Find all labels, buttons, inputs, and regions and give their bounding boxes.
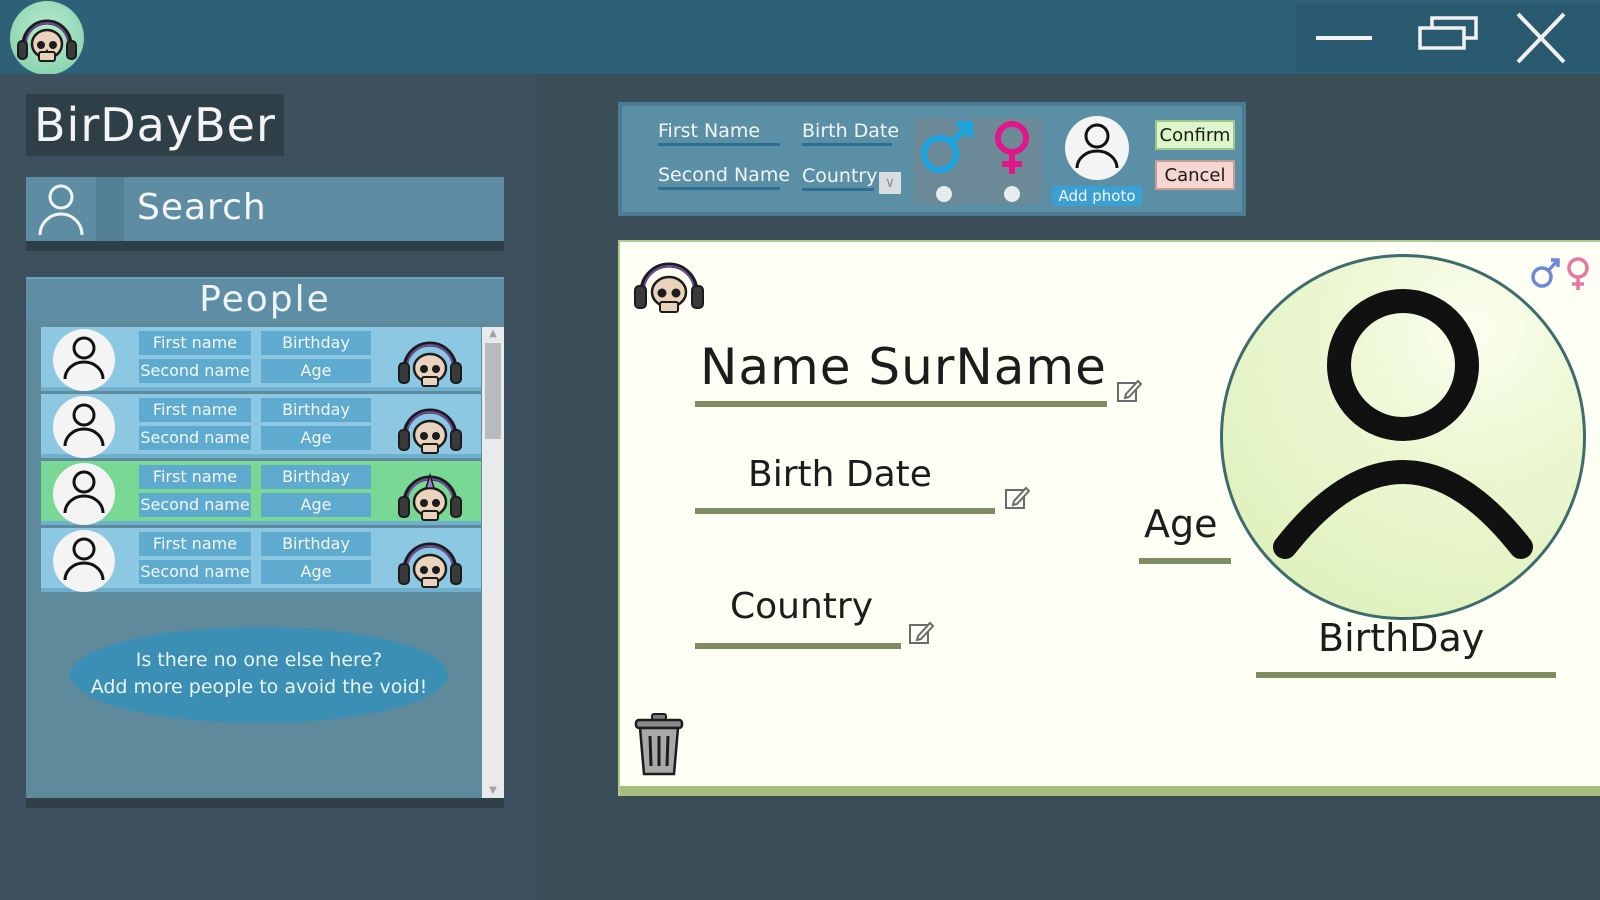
row-birthday: Birthday [261, 331, 371, 355]
restore-button[interactable] [1398, 4, 1498, 72]
row-second-name: Second name [139, 493, 251, 517]
minimize-icon [1316, 36, 1372, 40]
row-first-name: First name [139, 532, 251, 556]
avatar-user-icon [53, 329, 115, 391]
row-first-name: First name [139, 331, 251, 355]
scroll-thumb[interactable] [485, 343, 501, 439]
search-separator [96, 177, 124, 241]
window-controls [1296, 4, 1600, 72]
empty-message-line1: Is there no one else here? [135, 649, 383, 671]
birthday-underline [1256, 672, 1556, 678]
person-row-selected[interactable]: First name Second name Birthday Age [41, 461, 481, 525]
close-icon [1516, 12, 1566, 64]
male-option[interactable] [916, 118, 976, 204]
people-list: First name Second name Birthday Age Firs… [41, 327, 481, 597]
person-row[interactable]: First name Second name Birthday Age [41, 528, 481, 592]
people-scrollbar[interactable]: ▲ ▼ [482, 327, 504, 798]
person-row[interactable]: First name Second name Birthday Age [41, 327, 481, 391]
row-age: Age [261, 359, 371, 383]
skull-headphones-icon [393, 396, 467, 458]
add-person-form: First Name Second Name Birth Date Countr… [618, 102, 1246, 216]
profile-card: Name SurName Birth Date Country Age Birt… [618, 240, 1600, 796]
gender-indicator [1526, 252, 1594, 292]
row-second-name: Second name [139, 560, 251, 584]
app-logo-skull-headphones-icon [10, 1, 84, 75]
sidebar: BirDayBer Search People First name Secon… [0, 74, 536, 900]
female-icon [1567, 257, 1589, 290]
delete-person-button[interactable] [632, 712, 686, 778]
title-bar [0, 0, 1600, 75]
row-first-name: First name [139, 398, 251, 422]
card-birth-date: Birth Date [748, 454, 932, 495]
people-header: People [26, 277, 504, 321]
avatar-user-icon [53, 396, 115, 458]
male-radio[interactable] [936, 186, 952, 202]
row-second-name: Second name [139, 359, 251, 383]
cancel-button[interactable]: Cancel [1155, 160, 1235, 190]
first-name-field[interactable]: First Name [658, 120, 780, 146]
row-first-name: First name [139, 465, 251, 489]
row-second-name: Second name [139, 426, 251, 450]
female-icon [995, 121, 1029, 174]
card-name: Name SurName [700, 338, 1107, 396]
confirm-button[interactable]: Confirm [1155, 120, 1235, 150]
card-country: Country [730, 586, 874, 627]
scroll-up-icon[interactable]: ▲ [482, 327, 504, 341]
row-age: Age [261, 493, 371, 517]
row-birthday: Birthday [261, 532, 371, 556]
country-underline [695, 643, 901, 649]
second-name-field[interactable]: Second Name [658, 164, 790, 190]
birth-date-field[interactable]: Birth Date [802, 120, 899, 146]
chevron-down-icon[interactable]: ∨ [879, 172, 901, 194]
birth-date-underline [695, 508, 995, 514]
restore-icon [1418, 16, 1478, 50]
card-bottom-border [620, 786, 1600, 796]
scroll-down-icon[interactable]: ▼ [482, 784, 504, 798]
search-label: Search [137, 187, 267, 228]
person-row[interactable]: First name Second name Birthday Age [41, 394, 481, 458]
skull-headphones-icon [393, 530, 467, 592]
card-age: Age [1144, 502, 1218, 546]
skull-headphones-icon [628, 250, 710, 316]
close-button[interactable] [1498, 4, 1598, 72]
skull-headphones-icon [393, 329, 467, 391]
minimize-button[interactable] [1296, 4, 1396, 72]
row-age: Age [261, 560, 371, 584]
empty-list-message: Is there no one else here? Add more peop… [70, 627, 448, 723]
photo-placeholder-user-icon [1065, 116, 1129, 180]
row-birthday: Birthday [261, 465, 371, 489]
gender-selector [914, 118, 1042, 204]
people-panel: People First name Second name Birthday A… [26, 277, 504, 798]
edit-name-icon[interactable] [1116, 378, 1143, 404]
row-age: Age [261, 426, 371, 450]
country-select[interactable]: Country [802, 165, 877, 191]
edit-birth-date-icon[interactable] [1004, 485, 1031, 511]
skull-headphones-party-icon [393, 463, 467, 525]
male-icon [1531, 258, 1560, 288]
edit-country-icon[interactable] [908, 620, 935, 646]
trash-icon [634, 713, 684, 776]
add-photo-label: Add photo [1052, 186, 1142, 206]
add-photo-button[interactable]: Add photo [1052, 116, 1142, 208]
row-birthday: Birthday [261, 398, 371, 422]
card-birthday: BirthDay [1318, 616, 1485, 660]
search-underline [26, 241, 504, 251]
male-icon [921, 121, 973, 173]
user-icon [26, 177, 96, 241]
empty-message-line2: Add more people to avoid the void! [90, 676, 428, 698]
avatar-user-icon [53, 463, 115, 525]
profile-photo[interactable] [1220, 254, 1586, 620]
female-option[interactable] [982, 118, 1042, 204]
app-title: BirDayBer [26, 94, 284, 156]
people-underline [26, 798, 504, 808]
search-bar[interactable]: Search [26, 177, 504, 241]
large-user-icon [1273, 289, 1533, 559]
female-radio[interactable] [1004, 186, 1020, 202]
avatar-user-icon [53, 530, 115, 592]
age-underline [1139, 558, 1231, 564]
name-underline [695, 401, 1107, 407]
